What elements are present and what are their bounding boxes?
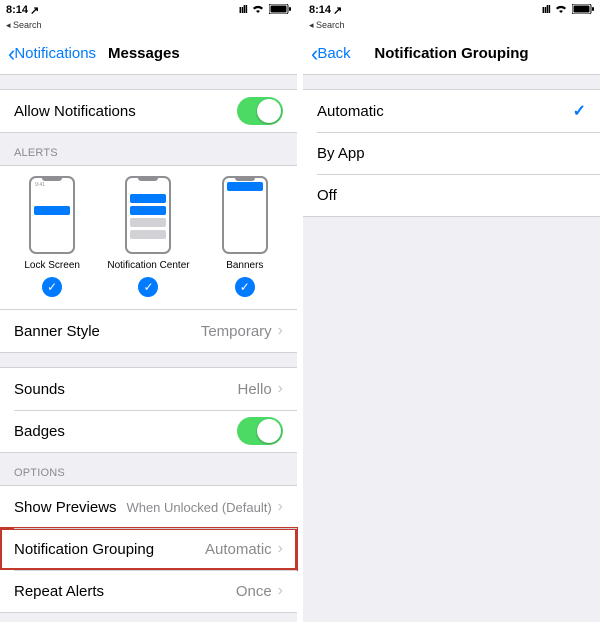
chevron-right-icon: › <box>278 540 283 558</box>
grouping-option-automatic[interactable]: Automatic ✓ <box>303 90 600 132</box>
show-previews-value: When Unlocked (Default) <box>126 500 271 515</box>
badges-label: Badges <box>14 423 65 440</box>
options-header: OPTIONS <box>0 453 297 485</box>
alerts-header: ALERTS <box>0 133 297 165</box>
checkmark-icon: ✓ <box>235 277 255 297</box>
checkmark-icon: ✓ <box>42 277 62 297</box>
back-to-app[interactable]: ◂ Search <box>0 20 297 33</box>
alert-option-label: Banners <box>226 260 263 271</box>
chevron-right-icon: › <box>278 498 283 516</box>
location-icon: ↗ <box>333 4 342 17</box>
banners-preview-icon <box>222 176 268 254</box>
nav-back-label: Notifications <box>14 45 96 62</box>
chevron-right-icon: › <box>278 380 283 398</box>
screen-notification-grouping: 8:14 ↗ ııll ◂ Search ‹ Back Notification… <box>303 0 600 622</box>
option-label: Automatic <box>317 103 384 120</box>
sounds-cell[interactable]: Sounds Hello › <box>0 368 297 410</box>
alerts-options: 9:41 Lock Screen ✓ Notification Center ✓… <box>0 165 297 310</box>
battery-icon <box>269 4 291 17</box>
repeat-alerts-cell[interactable]: Repeat Alerts Once › <box>0 570 297 612</box>
wifi-icon <box>251 4 265 17</box>
back-to-app[interactable]: ◂ Search <box>303 20 600 33</box>
badges-cell[interactable]: Badges <box>0 410 297 452</box>
status-time: 8:14 <box>309 4 331 16</box>
option-label: Off <box>317 187 337 204</box>
battery-icon <box>572 4 594 17</box>
status-bar: 8:14 ↗ ııll <box>303 0 600 20</box>
sounds-label: Sounds <box>14 381 65 398</box>
allow-notifications-toggle[interactable] <box>237 97 283 125</box>
nav-back-button[interactable]: ‹ Notifications <box>8 43 96 65</box>
sounds-value: Hello <box>237 381 271 398</box>
checkmark-icon: ✓ <box>573 101 586 121</box>
notification-grouping-cell[interactable]: Notification Grouping Automatic › <box>0 528 297 570</box>
alert-option-label: Notification Center <box>107 260 189 271</box>
status-time: 8:14 <box>6 4 28 16</box>
location-icon: ↗ <box>30 4 39 17</box>
alert-option-notification-center[interactable]: Notification Center ✓ <box>103 176 193 297</box>
show-previews-cell[interactable]: Show Previews When Unlocked (Default) › <box>0 486 297 528</box>
show-previews-label: Show Previews <box>14 499 117 516</box>
badges-toggle[interactable] <box>237 417 283 445</box>
chevron-right-icon: › <box>278 582 283 600</box>
alert-option-lock-screen[interactable]: 9:41 Lock Screen ✓ <box>7 176 97 297</box>
alert-option-banners[interactable]: Banners ✓ <box>200 176 290 297</box>
alert-option-label: Lock Screen <box>24 260 80 271</box>
screen-messages-settings: 8:14 ↗ ııll ◂ Search ‹ Notifications Mes… <box>0 0 297 622</box>
banner-style-value: Temporary <box>201 323 272 340</box>
grouping-option-off[interactable]: Off <box>303 174 600 216</box>
notification-grouping-label: Notification Grouping <box>14 541 154 558</box>
wifi-icon <box>554 4 568 17</box>
banner-style-label: Banner Style <box>14 323 100 340</box>
status-bar: 8:14 ↗ ııll <box>0 0 297 20</box>
grouping-option-by-app[interactable]: By App <box>303 132 600 174</box>
lock-screen-preview-icon: 9:41 <box>29 176 75 254</box>
repeat-alerts-label: Repeat Alerts <box>14 583 104 600</box>
checkmark-icon: ✓ <box>138 277 158 297</box>
option-label: By App <box>317 145 365 162</box>
signal-icon: ııll <box>542 4 550 16</box>
nav-back-button[interactable]: ‹ Back <box>311 43 351 65</box>
nav-back-label: Back <box>317 45 350 62</box>
chevron-right-icon: › <box>278 322 283 340</box>
signal-icon: ııll <box>239 4 247 16</box>
notification-center-preview-icon <box>125 176 171 254</box>
navigation-bar: ‹ Back Notification Grouping <box>303 33 600 75</box>
banner-style-cell[interactable]: Banner Style Temporary › <box>0 310 297 352</box>
allow-notifications-label: Allow Notifications <box>14 103 136 120</box>
navigation-bar: ‹ Notifications Messages <box>0 33 297 75</box>
notification-grouping-value: Automatic <box>205 541 272 558</box>
repeat-alerts-value: Once <box>236 583 272 600</box>
allow-notifications-cell[interactable]: Allow Notifications <box>0 90 297 132</box>
